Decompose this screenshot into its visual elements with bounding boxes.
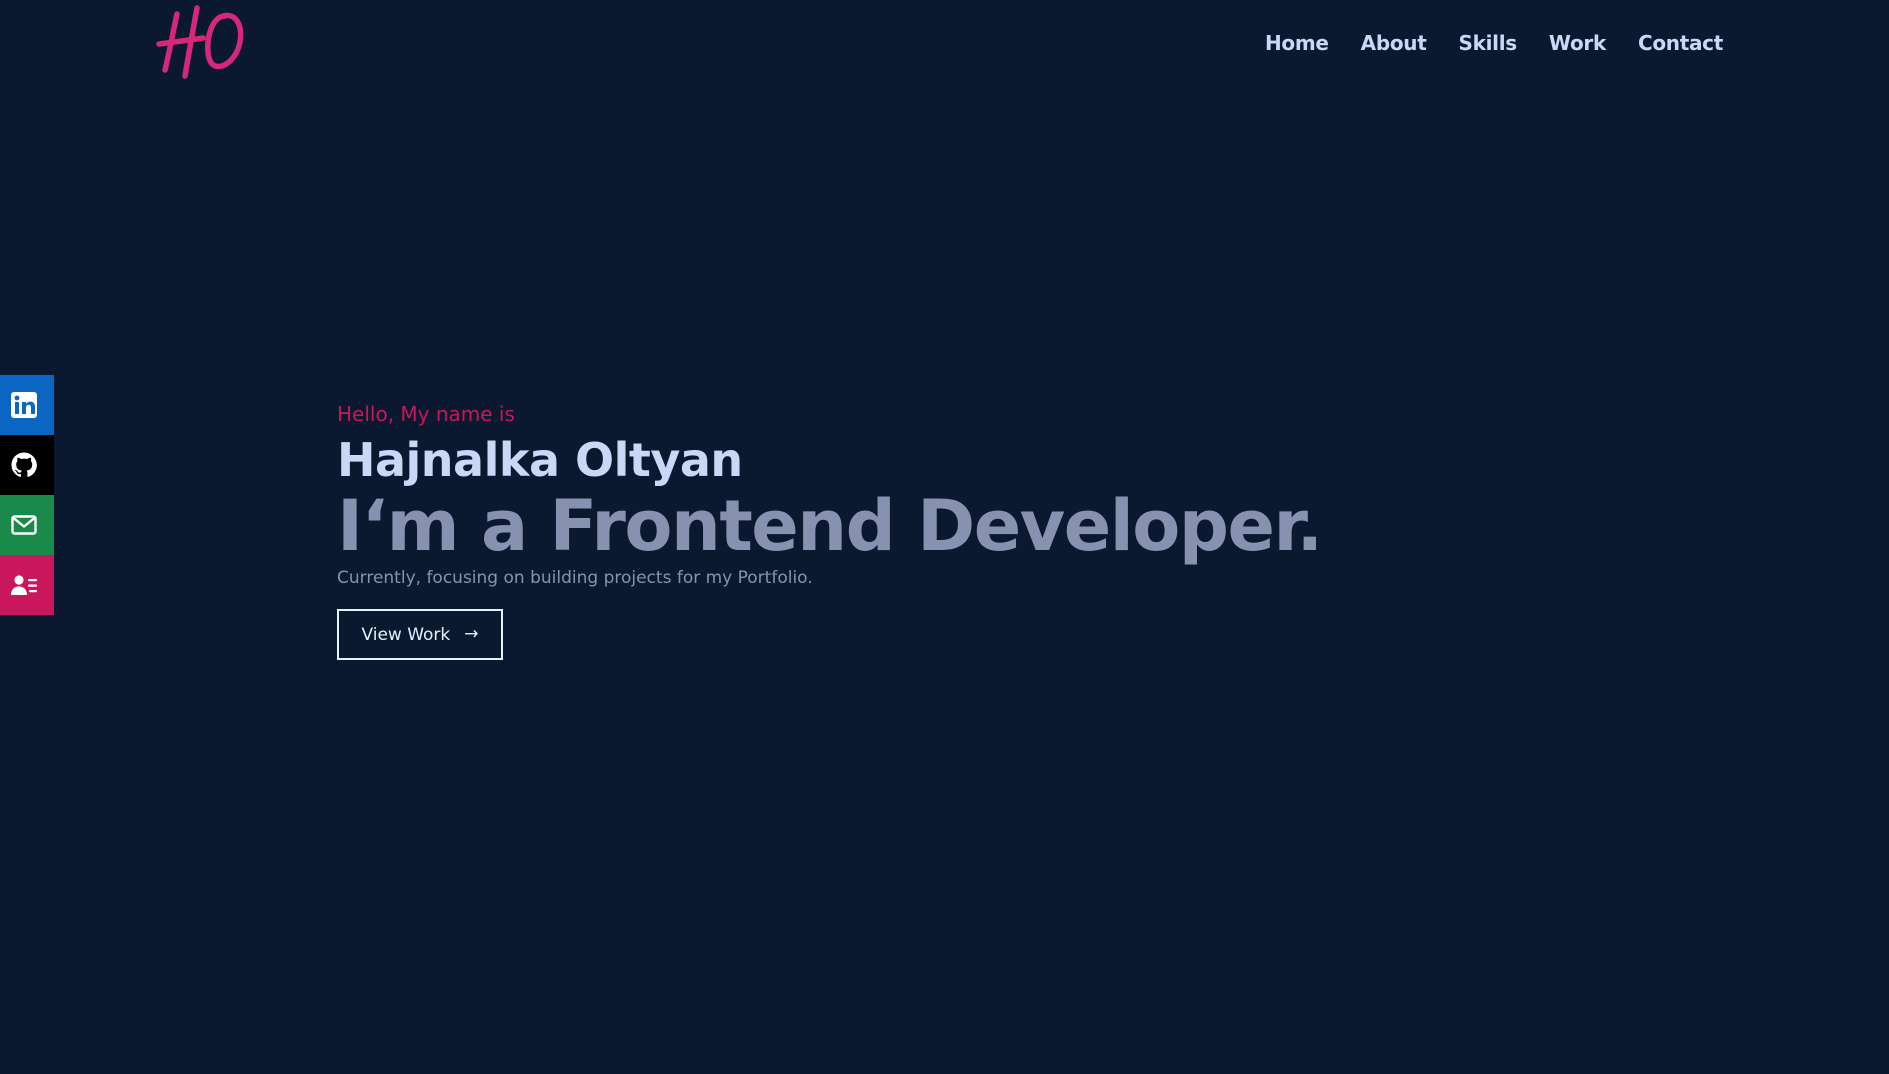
nav-skills[interactable]: Skills <box>1459 28 1518 58</box>
greeting: Hello, My name is <box>337 402 515 426</box>
nav-contact[interactable]: Contact <box>1638 28 1723 58</box>
social-sidebar <box>0 375 54 615</box>
view-work-label: View Work <box>361 624 451 645</box>
hero-name: Hajnalka Oltyan <box>337 433 743 487</box>
logo-mark <box>156 5 244 79</box>
view-work-button[interactable]: View Work → <box>337 609 503 660</box>
hero-section: Hello, My name is Hajnalka Oltyan I‘m a … <box>337 398 1637 660</box>
linkedin-icon <box>11 392 37 418</box>
mail-icon <box>11 515 37 535</box>
nav-home[interactable]: Home <box>1265 28 1329 58</box>
resume-link[interactable] <box>0 555 54 615</box>
nav-about[interactable]: About <box>1361 28 1427 58</box>
logo[interactable] <box>155 2 247 80</box>
hero-role: I‘m a Frontend Developer. <box>337 485 1323 567</box>
header: Home About Skills Work Contact <box>0 0 1889 86</box>
github-icon <box>11 452 37 477</box>
main-nav: Home About Skills Work Contact <box>1265 28 1723 58</box>
linkedin-link[interactable] <box>0 375 54 435</box>
arrow-right-icon: → <box>464 624 479 644</box>
email-link[interactable] <box>0 495 54 555</box>
page: Home About Skills Work Contact Hello, My… <box>0 0 1889 1074</box>
hero-description: Currently, focusing on building projects… <box>337 568 813 588</box>
nav-work[interactable]: Work <box>1549 28 1606 58</box>
resume-icon <box>11 575 37 595</box>
github-link[interactable] <box>0 435 54 495</box>
